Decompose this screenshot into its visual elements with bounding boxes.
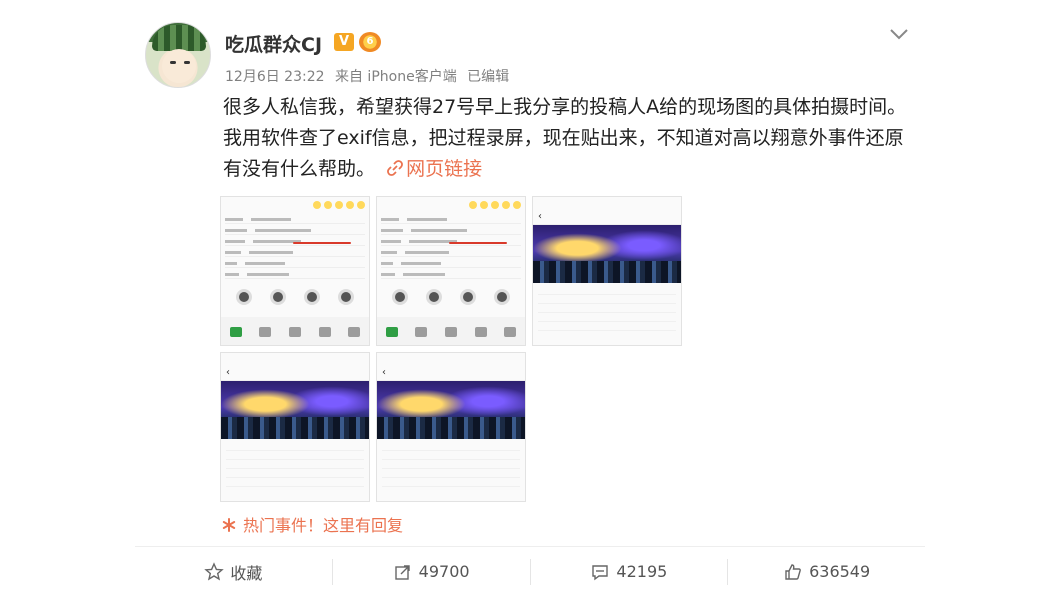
photo-nav-bar: ‹ xyxy=(533,209,681,225)
link-icon xyxy=(387,160,403,176)
phone-status-bar xyxy=(377,353,525,365)
back-icon: ‹ xyxy=(382,367,386,378)
photo-info xyxy=(377,439,525,490)
rating-stars xyxy=(381,201,521,213)
avatar-face xyxy=(162,49,196,83)
chevron-down-icon[interactable] xyxy=(888,26,910,42)
author-name[interactable]: 吃瓜群众CJ xyxy=(225,30,322,57)
post-body: 很多人私信我，希望获得27号早上我分享的投稿人A给的现场图的具体拍摄时间。我用软… xyxy=(223,92,913,185)
web-link[interactable]: 网页链接 xyxy=(387,158,482,180)
post-source: 来自 iPhone客户端 xyxy=(334,69,457,85)
image-thumb-4[interactable]: ‹ xyxy=(220,352,370,502)
photo-nav-bar: ‹ xyxy=(221,365,369,381)
image-thumb-2[interactable] xyxy=(376,196,526,346)
repost-icon xyxy=(394,564,410,580)
app-tabbar xyxy=(377,317,525,345)
like-count: 636549 xyxy=(809,562,871,581)
action-icons-row xyxy=(221,289,369,305)
comment-button[interactable]: 42195 xyxy=(531,547,728,596)
star-icon xyxy=(204,561,225,580)
verified-badge: V xyxy=(334,33,354,51)
favorite-button[interactable]: 收藏 xyxy=(135,547,332,596)
author-avatar[interactable] xyxy=(145,22,211,88)
avatar-eye-left xyxy=(170,61,176,64)
hot-topic-link[interactable]: 热门事件！这里有回复 xyxy=(221,512,403,536)
comment-count: 42195 xyxy=(616,562,668,581)
comment-icon xyxy=(592,564,609,580)
action-icons-row xyxy=(377,289,525,305)
photo-info xyxy=(221,439,369,490)
phone-status-bar xyxy=(533,197,681,209)
back-icon: ‹ xyxy=(226,367,230,378)
post-actions-bar: 收藏 49700 42195 636549 xyxy=(135,546,925,596)
repost-count: 49700 xyxy=(418,562,470,581)
post-text: 很多人私信我，希望获得27号早上我分享的投稿人A给的现场图的具体拍摄时间。我用软… xyxy=(223,96,907,180)
asterisk-icon xyxy=(222,518,236,532)
red-underline xyxy=(293,242,351,244)
app-tabbar xyxy=(221,317,369,345)
level-badge: 6 xyxy=(359,32,381,52)
photo-info xyxy=(533,283,681,334)
image-thumb-5[interactable]: ‹ xyxy=(376,352,526,502)
repost-button[interactable]: 49700 xyxy=(333,547,530,596)
post-edited-label[interactable]: 已编辑 xyxy=(467,69,509,85)
favorite-label: 收藏 xyxy=(230,563,263,583)
rating-stars xyxy=(225,201,365,213)
weibo-post-card: 吃瓜群众CJ V 6 12月6日 23:22 来自 iPhone客户端 已编辑 … xyxy=(135,0,925,596)
web-link-label: 网页链接 xyxy=(406,158,483,180)
thumbs-up-icon xyxy=(785,563,801,580)
avatar-hat xyxy=(152,25,206,51)
like-button[interactable]: 636549 xyxy=(728,547,925,596)
post-timestamp[interactable]: 12月6日 23:22 xyxy=(225,69,325,85)
image-thumb-1[interactable] xyxy=(220,196,370,346)
red-underline xyxy=(449,242,507,244)
image-thumb-3[interactable]: ‹ xyxy=(532,196,682,346)
phone-status-bar xyxy=(221,353,369,365)
hot-topic-label: 热门事件！这里有回复 xyxy=(243,516,404,535)
concert-photo xyxy=(221,381,369,439)
back-icon: ‹ xyxy=(538,211,542,222)
post-meta: 12月6日 23:22 来自 iPhone客户端 已编辑 xyxy=(225,66,515,86)
concert-photo xyxy=(377,381,525,439)
concert-photo xyxy=(533,225,681,283)
photo-nav-bar: ‹ xyxy=(377,365,525,381)
avatar-eye-right xyxy=(184,61,190,64)
